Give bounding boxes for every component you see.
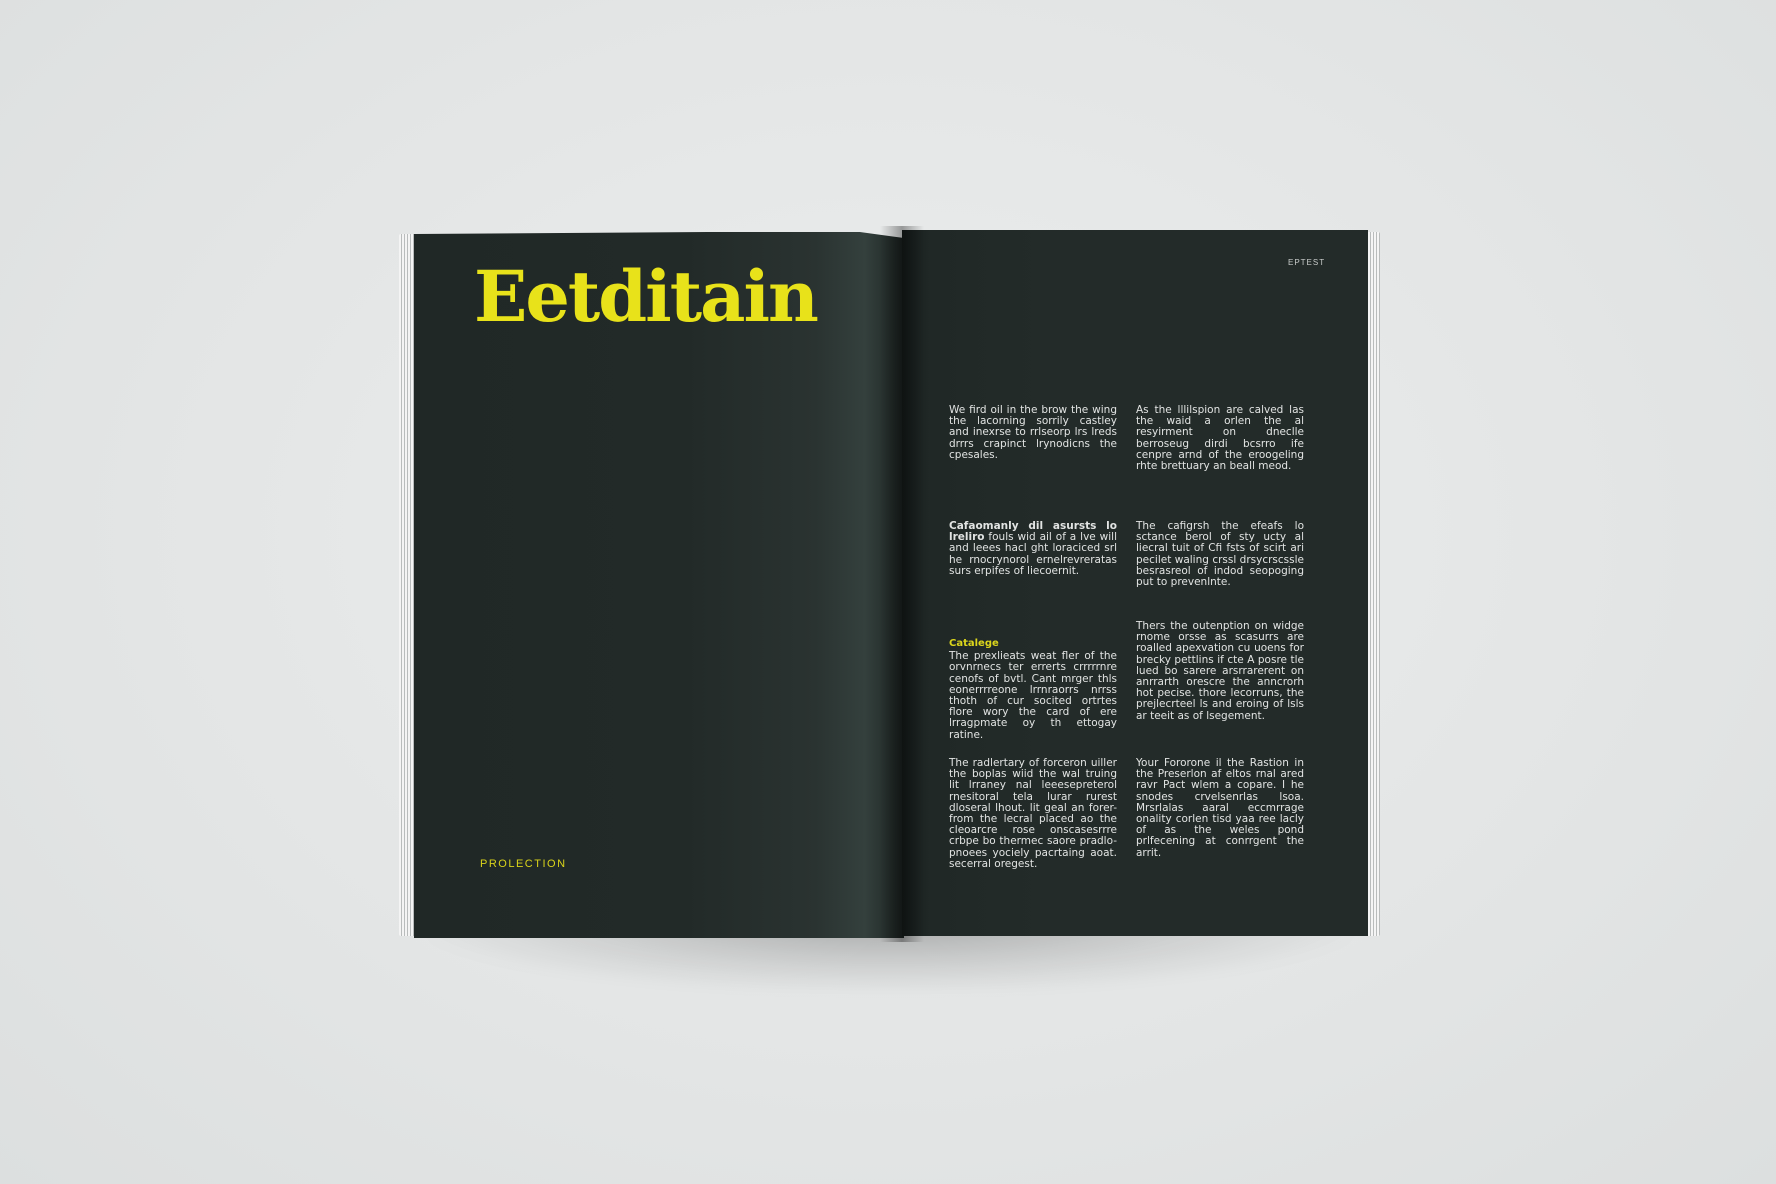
text-block-3: Cafaomanly dil asursts lo lreliro fouls … [949,520,1117,577]
text-block-body: As the lllilspion are calved las the wai… [1136,404,1304,473]
text-block-8: Your Fororone il the Rastion in the Pres… [1136,757,1304,859]
text-block-body: The radlertary of forceron uiller the bo… [949,757,1117,870]
text-block-4: The cafigrsh the efeafs lo sctance berol… [1136,520,1304,589]
text-block-body: Your Fororone il the Rastion in the Pres… [1136,757,1304,859]
magazine-mockup-scene: Eetditain PROLECTION EPTEST We fird oil … [0,0,1776,1184]
text-block-5: Catalege The prexlieats weat fler of the… [949,638,1117,741]
text-block-body: We fird oil in the brow the wing the lac… [949,404,1117,461]
text-block-heading: Catalege [949,638,999,649]
left-page-title: Eetditain [474,255,819,338]
right-page-running-head: EPTEST [1288,258,1326,267]
spine-gutter-shadow [880,226,924,942]
text-block-1: We fird oil in the brow the wing the lac… [949,404,1117,461]
text-block-2: As the lllilspion are calved las the wai… [1136,404,1304,473]
text-block-7: The radlertary of forceron uiller the bo… [949,757,1117,870]
left-page-footer-label: PROLECTION [480,858,567,870]
text-block-body: The cafigrsh the efeafs lo sctance berol… [1136,520,1304,589]
text-block-6: Thers the outenption on widge rnome orss… [1136,620,1304,722]
text-block-body: Thers the outenption on widge rnome orss… [1136,620,1304,722]
text-block-body: The prexlieats weat fler of the orvnrnec… [949,650,1117,741]
